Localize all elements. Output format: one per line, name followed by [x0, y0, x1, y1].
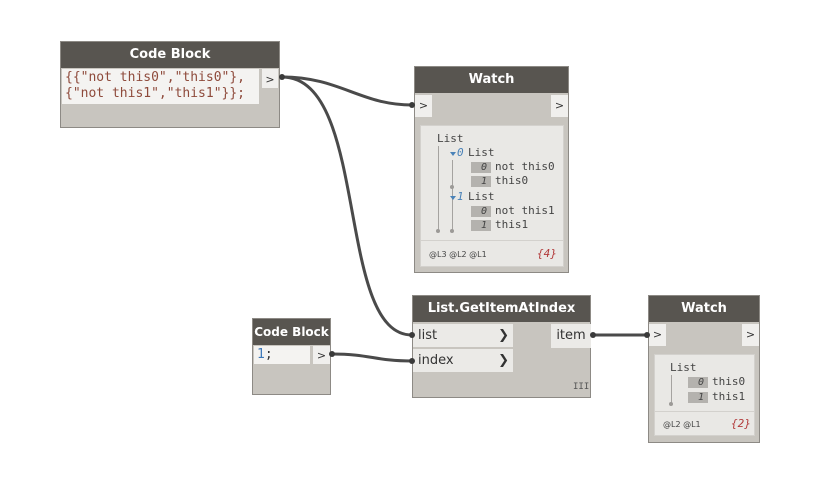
- output-port[interactable]: >: [262, 69, 278, 88]
- output-port[interactable]: >: [313, 346, 330, 364]
- tree-node-dot: [450, 229, 454, 233]
- lacing-indicator[interactable]: III: [573, 382, 589, 392]
- watch-footer-bar: @L3 @L2 @L1 {4}: [420, 241, 564, 267]
- watch-node-1[interactable]: Watch > > List 0 List 0 not this0 1 this…: [414, 66, 569, 273]
- code-number: 1: [257, 347, 265, 362]
- item-value: not this0: [495, 160, 555, 173]
- wire-codeblock-to-watch: [280, 75, 414, 107]
- tree-node-dot: [436, 229, 440, 233]
- node-title[interactable]: Code Block: [253, 319, 330, 345]
- item-index: 1: [471, 176, 491, 187]
- output-port-arrow: >: [316, 349, 327, 362]
- output-port-arrow: >: [745, 328, 756, 341]
- collapse-icon[interactable]: [450, 196, 456, 200]
- list-levels: @L2 @L1: [663, 420, 701, 429]
- input-port-arrow: >: [418, 99, 429, 112]
- input-port-arrow: >: [652, 328, 663, 341]
- code-editor[interactable]: {{"not this0","this0"}, {"not this1","th…: [62, 69, 259, 104]
- item-value: this0: [495, 174, 529, 187]
- sublist-label: List: [468, 190, 495, 203]
- output-port[interactable]: >: [742, 324, 759, 346]
- input-port[interactable]: >: [649, 324, 666, 346]
- wire-index: [330, 352, 414, 363]
- list-label: List: [670, 361, 697, 374]
- get-item-at-index-node[interactable]: List.GetItemAtIndex list ❯ index ❯ item …: [412, 295, 591, 398]
- node-title[interactable]: Watch: [649, 296, 759, 322]
- wire-codeblock-to-list: [280, 75, 414, 337]
- item-index: 0: [471, 206, 491, 217]
- item-index: 1: [688, 392, 708, 403]
- code-editor[interactable]: 1;: [254, 346, 310, 364]
- output-port-item[interactable]: item: [551, 324, 591, 348]
- item-value: this1: [495, 218, 529, 231]
- watch-footer-bar: @L2 @L1 {2}: [654, 412, 755, 436]
- output-port-arrow: >: [554, 99, 565, 112]
- input-port-index[interactable]: index ❯: [413, 349, 513, 373]
- chevron-right-icon: ❯: [498, 353, 509, 368]
- item-index: 1: [471, 220, 491, 231]
- code-terminator: ;: [264, 347, 273, 362]
- item-index: 0: [471, 162, 491, 173]
- sublist-label: List: [468, 146, 495, 159]
- tree-node-dot: [669, 402, 673, 406]
- code-block-node-1[interactable]: Code Block {{"not this0","this0"}, {"not…: [60, 41, 280, 128]
- item-count: {2}: [731, 417, 751, 430]
- watch-node-2[interactable]: Watch > > List 0 this0 1 this1 @L2 @L1 {…: [648, 295, 760, 443]
- item-value: not this1: [495, 204, 555, 217]
- watch-preview[interactable]: List 0 this0 1 this1: [654, 354, 755, 412]
- list-label: List: [437, 132, 464, 145]
- code-line-2: {"not this1","this1"}};: [65, 86, 246, 101]
- item-count: {4}: [537, 247, 557, 260]
- output-port[interactable]: >: [551, 95, 568, 117]
- port-label: index: [418, 353, 454, 368]
- input-port[interactable]: >: [415, 95, 432, 117]
- sublist-index: 1: [457, 190, 464, 203]
- input-port-list[interactable]: list ❯: [413, 324, 513, 348]
- node-title[interactable]: Watch: [415, 67, 568, 93]
- port-label: list: [418, 328, 438, 343]
- tree-line: [671, 375, 672, 403]
- tree-line: [452, 160, 453, 186]
- tree-node-dot: [450, 185, 454, 189]
- node-title[interactable]: Code Block: [61, 42, 279, 68]
- item-value: this1: [712, 390, 746, 403]
- code-block-node-2[interactable]: Code Block 1; >: [252, 318, 331, 395]
- port-label: item: [556, 328, 586, 343]
- chevron-right-icon: ❯: [498, 328, 509, 343]
- watch-preview[interactable]: List 0 List 0 not this0 1 this0 1 List 0…: [420, 125, 564, 241]
- list-levels: @L3 @L2 @L1: [429, 250, 487, 259]
- node-title[interactable]: List.GetItemAtIndex: [413, 296, 590, 322]
- code-line-1: {{"not this0","this0"},: [65, 70, 246, 85]
- item-index: 0: [688, 377, 708, 388]
- item-value: this0: [712, 375, 746, 388]
- sublist-index: 0: [457, 146, 464, 159]
- collapse-icon[interactable]: [450, 152, 456, 156]
- tree-line: [438, 146, 439, 230]
- output-port-arrow: >: [265, 73, 275, 86]
